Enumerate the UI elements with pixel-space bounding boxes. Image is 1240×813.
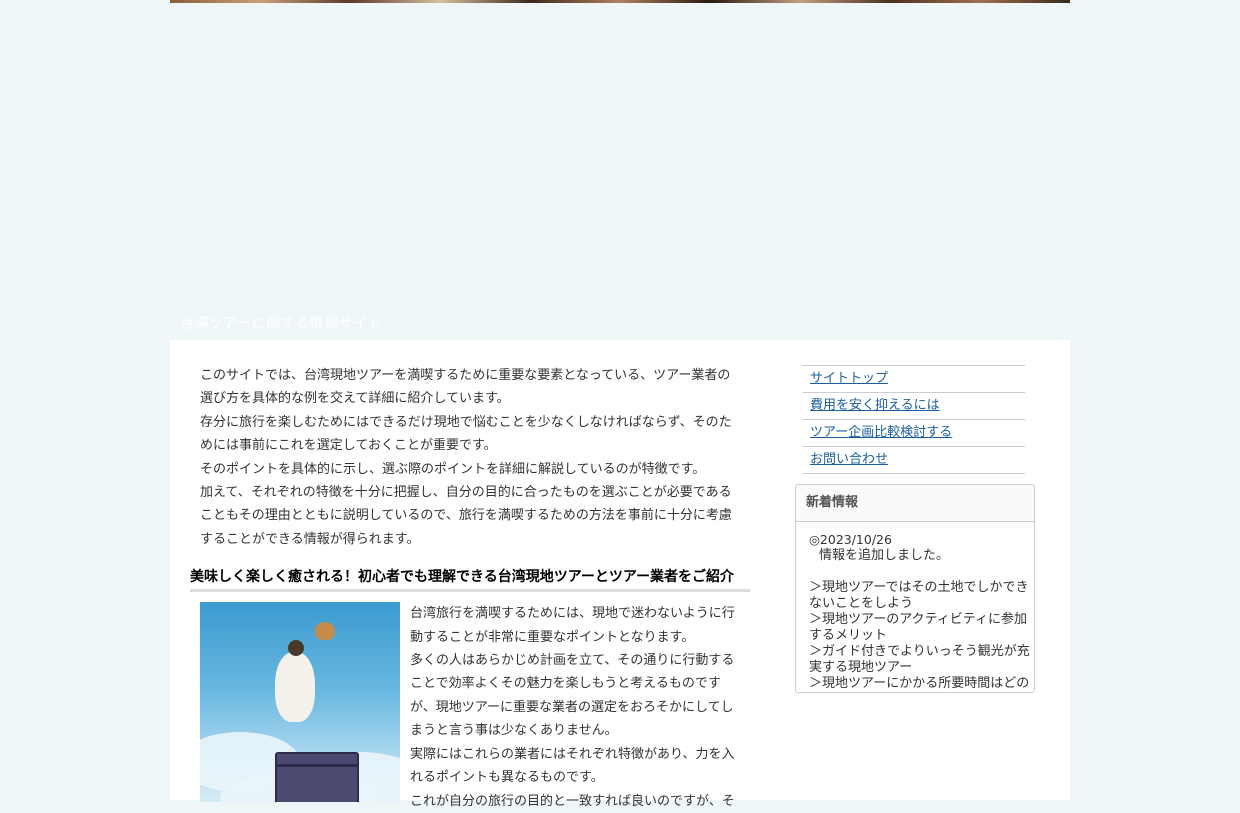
article-paragraph: 台湾旅行を満喫するためには、現地で迷わないように行動することが非常に重要なポイン… <box>410 606 735 645</box>
suitcase-graphic <box>275 752 359 803</box>
article-paragraph: これが自分の旅行の目的と一致すれば良いのですが、そ <box>410 793 735 809</box>
content-container: このサイトでは、台湾現地ツアーを満喫するために重要な要素となっている、ツアー業者… <box>170 340 1070 809</box>
dog-graphic <box>275 652 315 723</box>
sidebar-item-cost: 費用を安く抑えるには <box>802 393 1025 420</box>
intro-paragraph: そのポイントを具体的に示し、選ぶ際のポイントを詳細に解説しているのが特徴です。 <box>200 461 706 477</box>
news-item: ＞現地ツアーにかかる所要時間はどの <box>809 676 1030 691</box>
nav-link-contact[interactable]: お問い合わせ <box>810 452 888 467</box>
dog-suitcase-photo <box>200 602 400 803</box>
article-heading: 美味しく楽しく癒される！初心者でも理解できる台湾現地ツアーとツアー業者をご紹介 <box>190 567 750 593</box>
main-column: このサイトでは、台湾現地ツアーを満喫するために重要な要素となっている、ツアー業者… <box>190 364 750 813</box>
news-box[interactable]: 新着情報 ◎2023/10/26 情報を追加しました。 ＞現地ツアーではその土地… <box>795 484 1035 693</box>
article-section: 台湾旅行を満喫するためには、現地で迷わないように行動することが非常に重要なポイン… <box>190 602 750 813</box>
site-tagline: 台湾ツアーに関する情報サイト <box>180 316 383 332</box>
sidebar-item-compare: ツアー企画比較検討する <box>802 420 1025 447</box>
news-added-text: 情報を追加しました。 <box>819 548 950 563</box>
news-item: ＞現地ツアーのアクティビティに参加するメリット <box>809 612 1028 643</box>
intro-paragraph: このサイトでは、台湾現地ツアーを満喫するために重要な要素となっている、ツアー業者… <box>200 368 731 407</box>
news-item: ＞ガイド付きでよりいっそう観光が充実する現地ツアー <box>809 644 1030 675</box>
intro-section: このサイトでは、台湾現地ツアーを満喫するために重要な要素となっている、ツアー業者… <box>190 364 750 551</box>
nav-link-compare[interactable]: ツアー企画比較検討する <box>810 425 952 440</box>
sidebar-item-top: サイトトップ <box>802 366 1025 393</box>
intro-paragraph: 存分に旅行を楽しむためにはできるだけ現地で悩むことを少なくしなければならず、その… <box>200 414 732 454</box>
nav-link-cost[interactable]: 費用を安く抑えるには <box>810 398 940 413</box>
sidebar-nav: サイトトップ 費用を安く抑えるには ツアー企画比較検討する お問い合わせ <box>802 365 1025 474</box>
news-item: ＞現地ツアーではその土地でしかできないことをしよう <box>809 580 1029 611</box>
hat-graphic <box>315 622 335 641</box>
sidebar: サイトトップ 費用を安く抑えるには ツアー企画比較検討する お問い合わせ 新着情… <box>795 365 1035 693</box>
news-body: ◎2023/10/26 情報を追加しました。 ＞現地ツアーではその土地でしかでき… <box>796 522 1034 692</box>
article-text: 台湾旅行を満喫するためには、現地で迷わないように行動することが非常に重要なポイン… <box>410 602 740 813</box>
news-date: ◎2023/10/26 <box>809 532 892 547</box>
header-image-strip <box>170 0 1070 3</box>
news-title: 新着情報 <box>796 485 1034 522</box>
sidebar-item-contact: お問い合わせ <box>802 447 1025 474</box>
article-paragraph: 実際にはこれらの業者にはそれぞれ特徴があり、力を入れるポイントも異なるものです。 <box>410 746 735 786</box>
nav-link-top[interactable]: サイトトップ <box>810 371 888 386</box>
intro-paragraph: 加えて、それぞれの特徴を十分に把握し、自分の目的に合ったものを選ぶことが必要であ… <box>200 485 732 547</box>
article-paragraph: 多くの人はあらかじめ計画を立て、その通りに行動することで効率よくその魅力を楽しも… <box>410 653 735 739</box>
